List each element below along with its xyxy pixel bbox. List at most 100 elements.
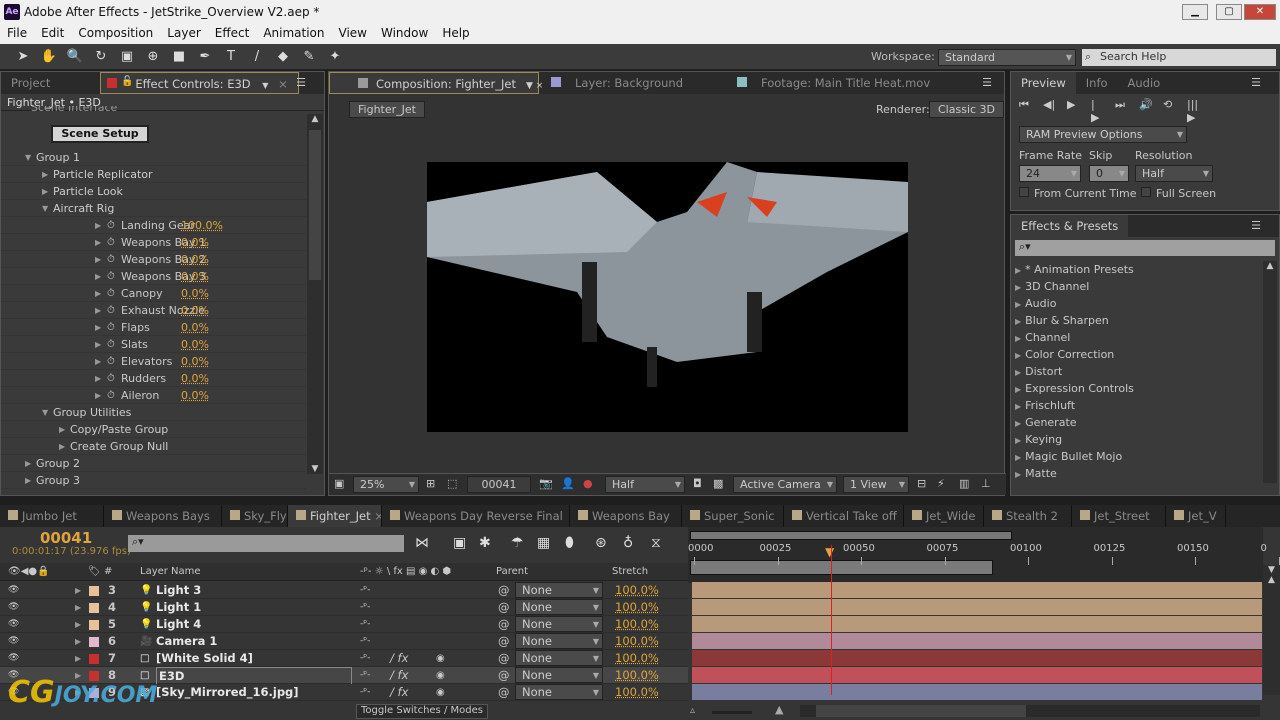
audio-icon[interactable]: 🔊 xyxy=(1139,98,1153,111)
transparency-grid-icon[interactable]: ▩ xyxy=(713,477,723,490)
shy-switch-icon[interactable]: -ᵖ- xyxy=(360,650,370,667)
layer-duration-bar[interactable] xyxy=(692,582,1262,598)
expand-arrow-icon[interactable]: ▶ xyxy=(95,319,101,336)
puppet-tool-icon[interactable]: ✦ xyxy=(326,48,344,66)
scrollbar[interactable]: ▲ ▼ xyxy=(307,114,323,474)
zoom-in-icon[interactable]: ▲ xyxy=(775,703,783,716)
effect-property-row[interactable]: ▶ ⏱ Rudders 0.0% xyxy=(1,370,306,387)
rectangle-tool-icon[interactable]: ■ xyxy=(170,48,188,66)
expand-arrow-icon[interactable]: ▶ xyxy=(1015,300,1021,309)
effects-category-item[interactable]: ▶ Blur & Sharpen xyxy=(1015,312,1261,329)
effects-category-item[interactable]: ▶ Generate xyxy=(1015,414,1261,431)
mask-visibility-icon[interactable]: ⬚ xyxy=(447,477,457,490)
label-color-swatch[interactable] xyxy=(89,654,99,664)
composition-viewport[interactable] xyxy=(427,162,908,432)
layer-row[interactable]: 👁 ▶ 7 □ [White Solid 4] -ᵖ- / fx ◉ @ None 100.0% xyxy=(0,650,688,667)
collapse-arrow-icon[interactable]: ▼ xyxy=(25,149,31,166)
panel-menu-icon[interactable]: ☰ xyxy=(296,76,306,89)
expand-arrow-icon[interactable]: ▶ xyxy=(75,599,81,616)
stretch-value[interactable]: 100.0% xyxy=(615,599,659,616)
parent-dropdown[interactable]: None xyxy=(515,616,603,632)
expand-arrow-icon[interactable]: ▶ xyxy=(42,166,48,183)
stretch-value[interactable]: 100.0% xyxy=(615,650,659,667)
expand-arrow-icon[interactable]: ▶ xyxy=(1015,385,1021,394)
parent-dropdown[interactable]: None xyxy=(515,650,603,666)
next-frame-icon[interactable]: |▶ xyxy=(1091,98,1099,124)
zoom-tool-icon[interactable]: 🔍 xyxy=(66,48,84,66)
effect-property-row[interactable]: ▶ ⏱ Weapons Bay 1 0.0% xyxy=(1,234,306,251)
expand-arrow-icon[interactable]: ▶ xyxy=(75,633,81,650)
parent-dropdown[interactable]: None xyxy=(515,633,603,649)
layer-row[interactable]: 👁 ▶ 4 💡Light 1 -ᵖ- @ None 100.0% xyxy=(0,599,688,616)
effects-category-item[interactable]: ▶ Distort xyxy=(1015,363,1261,380)
current-time-indicator[interactable]: ▼ xyxy=(825,545,834,559)
tab-comp-jet-v[interactable]: Jet_V xyxy=(1166,505,1226,527)
expand-arrow-icon[interactable]: ▶ xyxy=(1015,266,1021,275)
timeline-icon[interactable]: ▥ xyxy=(959,477,969,490)
expand-arrow-icon[interactable]: ▶ xyxy=(95,370,101,387)
skip-dropdown[interactable]: 0 xyxy=(1089,165,1129,182)
expand-arrow-icon[interactable]: ▶ xyxy=(59,438,65,455)
property-value[interactable]: 0.0% xyxy=(181,285,209,302)
visibility-eye-icon[interactable]: 👁 xyxy=(8,616,19,633)
scene-setup-button[interactable]: Scene Setup xyxy=(51,125,149,143)
selection-tool-icon[interactable]: ➤ xyxy=(14,48,32,66)
layer-search-input[interactable]: ⌕▾ xyxy=(128,535,404,552)
last-frame-icon[interactable]: ⏭ xyxy=(1115,98,1125,112)
layer-duration-bar[interactable] xyxy=(692,684,1262,700)
property-value[interactable]: 0.0% xyxy=(181,336,209,353)
visibility-eye-icon[interactable]: 👁 xyxy=(8,582,19,599)
effect-property-row[interactable]: ▶ ⏱ Slats 0.0% xyxy=(1,336,306,353)
pick-whip-icon[interactable]: @ xyxy=(498,650,510,667)
property-value[interactable]: 0.0% xyxy=(181,387,209,404)
tab-comp-stealth-2[interactable]: Stealth 2 xyxy=(984,505,1072,527)
expand-arrow-icon[interactable]: ▶ xyxy=(75,616,81,633)
effects-switch-icon[interactable]: / fx xyxy=(390,650,408,667)
effect-property-row[interactable]: ▶ Particle Look xyxy=(1,183,306,200)
eraser-tool-icon[interactable]: ◆ xyxy=(274,48,292,66)
stretch-value[interactable]: 100.0% xyxy=(615,684,659,701)
horizontal-scrollbar[interactable] xyxy=(800,705,1260,717)
layer-name-header[interactable]: Layer Name xyxy=(140,563,201,581)
frame-blending-icon[interactable]: ▦ xyxy=(537,535,550,551)
layer-duration-bar[interactable] xyxy=(692,667,1262,683)
current-frame[interactable]: 00041 xyxy=(40,529,92,547)
shy-switch-icon[interactable]: -ᵖ- xyxy=(360,684,370,701)
time-ruler[interactable]: 0000 00025 00050 00075 00100 00125 00150 0 ▼ xyxy=(688,527,1280,583)
expand-arrow-icon[interactable]: ▶ xyxy=(95,217,101,234)
parent-dropdown[interactable]: None xyxy=(515,599,603,615)
shy-switch-icon[interactable]: -ᵖ- xyxy=(360,633,370,650)
ram-preview-options-dropdown[interactable]: RAM Preview Options xyxy=(1019,126,1187,143)
layer-name[interactable]: Light 3 xyxy=(156,582,201,599)
expand-arrow-icon[interactable]: ▶ xyxy=(25,455,31,472)
zoom-out-icon[interactable]: ▵ xyxy=(690,705,695,716)
roto-brush-tool-icon[interactable]: ✎ xyxy=(300,48,318,66)
tab-preview[interactable]: Preview xyxy=(1011,72,1076,94)
previous-frame-icon[interactable]: ◀| xyxy=(1043,98,1055,111)
tab-comp-jumbo-jet[interactable]: Jumbo Jet xyxy=(0,505,104,527)
resolution-dropdown[interactable]: Half xyxy=(605,476,685,493)
timeline-scrollbar[interactable]: ▼ ▲ xyxy=(1263,565,1280,695)
expand-arrow-icon[interactable]: ▶ xyxy=(1015,317,1021,326)
property-value[interactable]: 0.0% xyxy=(181,319,209,336)
flowchart-icon[interactable]: ⊥ xyxy=(981,477,991,490)
play-icon[interactable]: ▶ xyxy=(1067,98,1075,111)
effects-category-item[interactable]: ▶ Keying xyxy=(1015,431,1261,448)
tab-audio[interactable]: Audio xyxy=(1118,72,1171,94)
renderer-button[interactable]: Classic 3D xyxy=(929,101,1004,118)
effects-category-item[interactable]: ▶ 3D Channel xyxy=(1015,278,1261,295)
live-update-icon[interactable]: ▣ xyxy=(453,535,466,551)
expand-arrow-icon[interactable]: ▶ xyxy=(1015,283,1021,292)
adjustment-icon[interactable]: ◉ xyxy=(436,650,445,667)
effects-category-item[interactable]: ▶ Channel xyxy=(1015,329,1261,346)
expand-arrow-icon[interactable]: ▶ xyxy=(95,251,101,268)
stopwatch-icon[interactable]: ⏱ xyxy=(107,234,115,251)
hide-shy-icon[interactable]: ☂ xyxy=(511,535,524,551)
toggle-switches-modes-button[interactable]: Toggle Switches / Modes xyxy=(356,704,488,719)
effects-category-item[interactable]: ▶ Audio xyxy=(1015,295,1261,312)
effect-property-row[interactable]: ▼ Group 1 xyxy=(1,149,306,166)
shy-switch-icon[interactable]: -ᵖ- xyxy=(360,667,370,684)
expand-arrow-icon[interactable]: ▶ xyxy=(1015,402,1021,411)
stopwatch-icon[interactable]: ⏱ xyxy=(107,251,115,268)
region-of-interest-icon[interactable]: ◘ xyxy=(693,477,702,490)
